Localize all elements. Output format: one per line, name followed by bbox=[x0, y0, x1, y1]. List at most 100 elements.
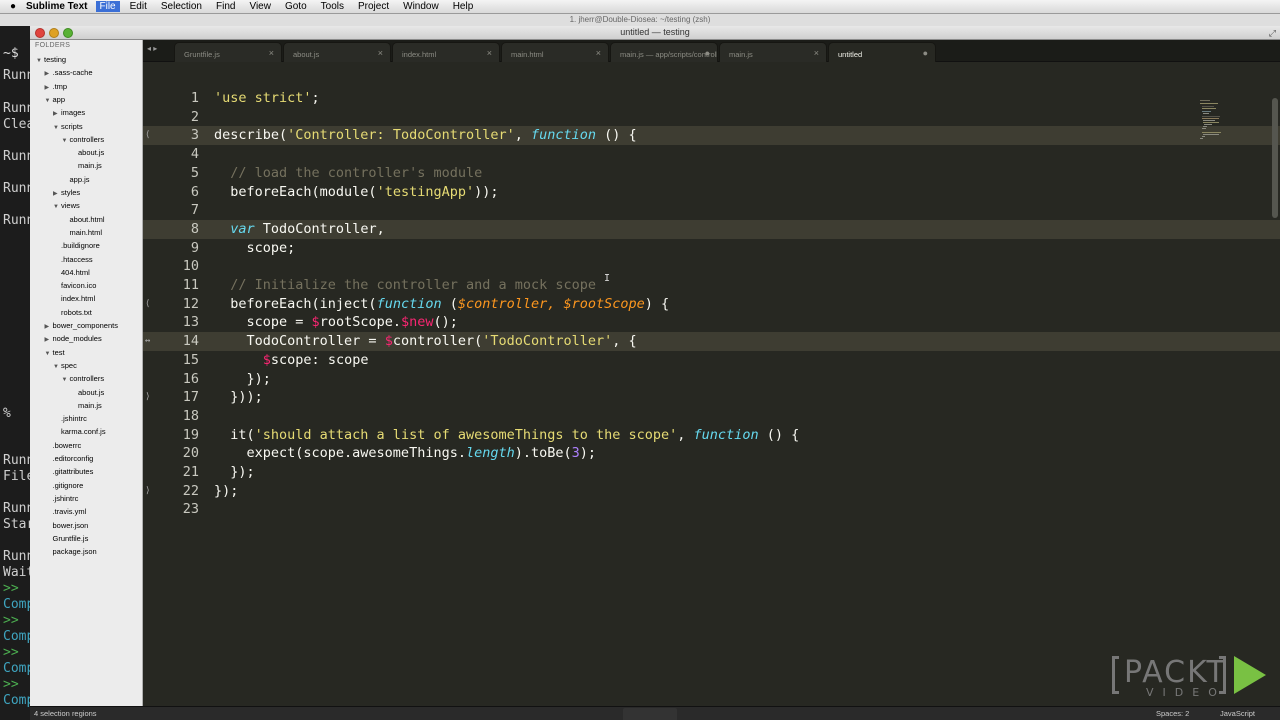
menu-project[interactable]: Project bbox=[358, 1, 389, 12]
code-line[interactable]: 20 expect(scope.awesomeThings.length).to… bbox=[143, 444, 1280, 463]
menu-find[interactable]: Find bbox=[216, 1, 235, 12]
tree-item[interactable]: karma.conf.js bbox=[53, 425, 106, 438]
tree-item[interactable]: .htaccess bbox=[53, 253, 93, 266]
tree-item[interactable]: .jshintrc bbox=[53, 412, 87, 425]
tab[interactable]: main.html × bbox=[501, 42, 609, 62]
disclosure-open-icon[interactable]: ▼ bbox=[53, 201, 61, 214]
tab[interactable]: main.js — app/scripts/controllers ● bbox=[610, 42, 718, 62]
tree-item[interactable]: .buildignore bbox=[53, 239, 100, 252]
tree-item[interactable]: ▼ spec bbox=[53, 359, 77, 372]
code-line[interactable]: 23 bbox=[143, 500, 1280, 519]
menu-goto[interactable]: Goto bbox=[285, 1, 307, 12]
app-name-menu[interactable]: Sublime Text bbox=[26, 1, 88, 12]
code-line[interactable]: 16 }); bbox=[143, 370, 1280, 389]
code-line[interactable]: 7 bbox=[143, 201, 1280, 220]
tree-item[interactable]: .gitattributes bbox=[45, 465, 94, 478]
code-line[interactable]: 19 it('should attach a list of awesomeTh… bbox=[143, 426, 1280, 445]
tree-item[interactable]: app.js bbox=[62, 173, 90, 186]
code-line[interactable]: ⟩ 17 })); bbox=[143, 388, 1280, 407]
tree-item[interactable]: ▶ styles bbox=[53, 186, 80, 199]
tree-item[interactable]: about.html bbox=[62, 213, 105, 226]
tab[interactable]: about.js × bbox=[283, 42, 391, 62]
code-line[interactable]: 2 bbox=[143, 108, 1280, 127]
tree-item[interactable]: favicon.ico bbox=[53, 279, 96, 292]
code-line[interactable]: 9 scope; bbox=[143, 239, 1280, 258]
code-line[interactable]: ⟨ 3 describe('Controller: TodoController',… bbox=[143, 126, 1280, 146]
unsaved-dot-icon[interactable]: ● bbox=[923, 48, 928, 58]
tree-item[interactable]: ▶ .tmp bbox=[45, 80, 68, 93]
tree-item[interactable]: .editorconfig bbox=[45, 452, 94, 465]
minimap[interactable] bbox=[1200, 100, 1222, 160]
code-line[interactable]: 4 bbox=[143, 145, 1280, 164]
fullscreen-icon[interactable]: ⤢ bbox=[1269, 27, 1276, 40]
tree-item[interactable]: .travis.yml bbox=[45, 505, 87, 518]
tree-item[interactable]: ▼ views bbox=[53, 199, 80, 212]
code-line[interactable]: 6 beforeEach(module('testingApp')); bbox=[143, 183, 1280, 202]
tree-item[interactable]: ▶ images bbox=[53, 106, 85, 119]
menu-view[interactable]: View bbox=[249, 1, 271, 12]
code-line[interactable]: 21 }); bbox=[143, 463, 1280, 482]
menu-edit[interactable]: Edit bbox=[130, 1, 147, 12]
tree-item[interactable]: main.js bbox=[70, 159, 102, 172]
close-tab-icon[interactable]: × bbox=[596, 48, 601, 58]
menu-selection[interactable]: Selection bbox=[161, 1, 202, 12]
tab[interactable]: untitled ● bbox=[828, 42, 936, 62]
disclosure-open-icon[interactable]: ▼ bbox=[53, 361, 61, 374]
tree-item[interactable]: ▼ controllers bbox=[62, 133, 105, 146]
close-window-button[interactable] bbox=[35, 28, 45, 38]
tab[interactable]: main.js × bbox=[719, 42, 827, 62]
status-indentation[interactable]: Spaces: 2 bbox=[1156, 707, 1189, 720]
code-line[interactable]: 13 scope = $rootScope.$new(); bbox=[143, 313, 1280, 332]
minimize-window-button[interactable] bbox=[49, 28, 59, 38]
tree-item[interactable]: ▼ scripts bbox=[53, 120, 83, 133]
unsaved-dot-icon[interactable]: ● bbox=[705, 48, 710, 58]
close-tab-icon[interactable]: × bbox=[487, 48, 492, 58]
tab-navigation-arrows[interactable]: ◂ ▸ bbox=[147, 44, 157, 53]
code-line[interactable]: 10 bbox=[143, 257, 1280, 276]
code-line[interactable]: 18 bbox=[143, 407, 1280, 426]
code-line[interactable]: ⟨ 12 beforeEach(inject(function ($control… bbox=[143, 295, 1280, 314]
tree-item[interactable]: about.js bbox=[70, 386, 104, 399]
disclosure-open-icon[interactable]: ▼ bbox=[36, 55, 44, 68]
tree-item[interactable]: .bowerrc bbox=[45, 439, 82, 452]
disclosure-open-icon[interactable]: ▼ bbox=[45, 348, 53, 361]
tree-item[interactable]: ▶ bower_components bbox=[45, 319, 118, 332]
zoom-window-button[interactable] bbox=[63, 28, 73, 38]
tree-item[interactable]: .gitignore bbox=[45, 479, 84, 492]
tree-item[interactable]: ▼ controllers bbox=[62, 372, 105, 385]
tree-item[interactable]: robots.txt bbox=[53, 306, 92, 319]
code-editor[interactable]: 1'use strict'; 2 ⟨ 3 describe('Controller: T… bbox=[143, 62, 1280, 706]
vertical-scrollbar[interactable] bbox=[1272, 98, 1278, 218]
tree-item[interactable]: index.html bbox=[53, 292, 95, 305]
close-tab-icon[interactable]: × bbox=[814, 48, 819, 58]
menu-help[interactable]: Help bbox=[453, 1, 474, 12]
code-line[interactable]: ⟩ 22}); bbox=[143, 482, 1280, 501]
code-line[interactable]: 5 // load the controller's module bbox=[143, 164, 1280, 183]
code-line[interactable]: 11 // Initialize the controller and a mo… bbox=[143, 276, 1280, 295]
code-line[interactable]: 8 var TodoController, bbox=[143, 219, 1280, 239]
tree-item[interactable]: package.json bbox=[45, 545, 97, 558]
tree-item[interactable]: Gruntfile.js bbox=[45, 532, 89, 545]
menu-tools[interactable]: Tools bbox=[321, 1, 344, 12]
close-tab-icon[interactable]: × bbox=[378, 48, 383, 58]
tree-item[interactable]: 404.html bbox=[53, 266, 90, 279]
tree-item[interactable]: main.html bbox=[62, 226, 103, 239]
disclosure-open-icon[interactable]: ▼ bbox=[53, 122, 61, 135]
code-line[interactable]: ↔ 14 TodoController = $controller('TodoCo… bbox=[143, 332, 1280, 351]
disclosure-open-icon[interactable]: ▼ bbox=[62, 135, 70, 148]
tree-item[interactable]: ▼ test bbox=[45, 346, 65, 359]
tab[interactable]: index.html × bbox=[392, 42, 500, 62]
tree-item[interactable]: main.js bbox=[70, 399, 102, 412]
tree-item[interactable]: about.js bbox=[70, 146, 104, 159]
menu-window[interactable]: Window bbox=[403, 1, 439, 12]
menu-file[interactable]: File bbox=[95, 1, 120, 12]
tab[interactable]: Gruntfile.js × bbox=[174, 42, 282, 62]
disclosure-open-icon[interactable]: ▼ bbox=[62, 374, 70, 387]
tree-item[interactable]: bower.json bbox=[45, 519, 89, 532]
code-line[interactable]: 15 $scope: scope bbox=[143, 351, 1280, 370]
disclosure-open-icon[interactable]: ▼ bbox=[45, 95, 53, 108]
apple-menu-icon[interactable]: ● bbox=[0, 1, 26, 12]
tree-item[interactable]: ▼ app bbox=[45, 93, 66, 106]
code-line[interactable]: 1 'use strict'; bbox=[143, 89, 1280, 108]
status-syntax[interactable]: JavaScript bbox=[1220, 707, 1255, 720]
